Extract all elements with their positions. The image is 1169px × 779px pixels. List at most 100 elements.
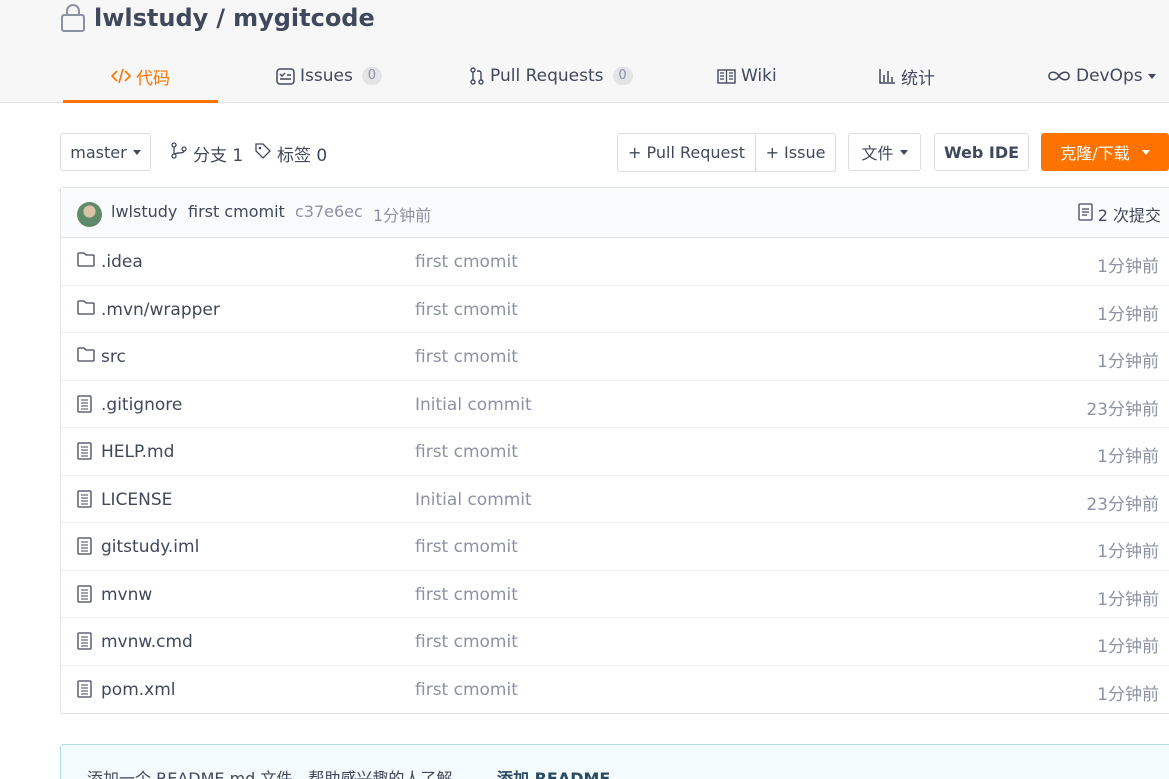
latest-commit-bar: lwlstudy first cmomit c37e6ec 1分钟前 2 次提交 — [61, 188, 1169, 238]
file-name-link[interactable]: src — [101, 347, 126, 367]
readme-hint-banner: 添加一个 README.md 文件，帮助感兴趣的人了解 添加 README — [60, 744, 1169, 779]
file-name-link[interactable]: .idea — [101, 252, 143, 272]
repo-header: lwlstudy / mygitcode 代码 Issues 0 Pull Re… — [0, 0, 1169, 103]
file-time: 1分钟前 — [1097, 447, 1159, 467]
tab-devops[interactable]: DevOps — [1047, 50, 1156, 102]
repo-tabs: 代码 Issues 0 Pull Requests 0 Wiki 统计 DevO… — [0, 50, 1169, 103]
table-row[interactable]: pom.xml first cmomit 1分钟前 — [61, 666, 1169, 714]
commit-author-link[interactable]: lwlstudy — [111, 202, 177, 221]
repo-title: lwlstudy / mygitcode — [60, 2, 375, 34]
file-name-link[interactable]: .gitignore — [101, 395, 182, 415]
commit-time: 1分钟前 — [373, 206, 432, 225]
pull-request-icon — [469, 67, 485, 85]
web-ide-button[interactable]: Web IDE — [934, 133, 1029, 171]
tab-wiki-label: Wiki — [741, 66, 777, 86]
tab-wiki[interactable]: Wiki — [717, 50, 777, 102]
table-row[interactable]: .gitignore Initial commit 23分钟前 — [61, 381, 1169, 428]
file-icon — [77, 632, 92, 650]
file-list: lwlstudy first cmomit c37e6ec 1分钟前 2 次提交… — [60, 187, 1169, 714]
chevron-down-icon — [899, 149, 908, 155]
clone-download-button[interactable]: 克隆/下载 — [1041, 133, 1169, 171]
file-commit-link[interactable]: first cmomit — [415, 347, 518, 367]
branch-icon — [171, 142, 187, 164]
file-time: 23分钟前 — [1086, 494, 1159, 515]
file-commit-link[interactable]: first cmomit — [415, 585, 518, 605]
chevron-down-icon — [1141, 149, 1150, 155]
code-icon — [111, 68, 131, 84]
file-time: 1分钟前 — [1097, 589, 1159, 610]
file-time: 1分钟前 — [1097, 684, 1159, 705]
file-commit-link[interactable]: first cmomit — [415, 537, 518, 557]
file-icon — [77, 394, 92, 413]
tab-statistics-label: 统计 — [901, 68, 935, 89]
file-icon — [77, 679, 92, 698]
readme-hint-text: 添加一个 README.md 文件，帮助感兴趣的人了解 — [87, 769, 453, 779]
chart-icon — [879, 68, 896, 84]
table-row[interactable]: .idea first cmomit 1分钟前 — [61, 238, 1169, 286]
file-name-link[interactable]: pom.xml — [101, 680, 176, 700]
tags-link[interactable]: 标签 0 — [255, 134, 327, 172]
file-name-link[interactable]: mvnw.cmd — [101, 632, 193, 652]
file-commit-link[interactable]: Initial commit — [415, 395, 532, 415]
folder-icon — [77, 252, 95, 267]
folder-icon — [77, 299, 95, 315]
create-button-group: + Pull Request + Issue — [617, 133, 836, 172]
branch-select-label: master — [70, 142, 127, 162]
file-commit-link[interactable]: first cmomit — [415, 252, 518, 272]
tab-code[interactable]: 代码 — [63, 50, 218, 103]
folder-icon — [77, 347, 95, 362]
file-time: 23分钟前 — [1086, 399, 1159, 420]
pull-requests-count-badge: 0 — [612, 67, 633, 85]
tab-issues-label: Issues — [300, 66, 353, 86]
table-row[interactable]: mvnw first cmomit 1分钟前 — [61, 571, 1169, 618]
file-name-link[interactable]: mvnw — [101, 585, 152, 605]
file-name-link[interactable]: .mvn/wrapper — [101, 300, 220, 320]
add-readme-link[interactable]: 添加 README — [497, 765, 610, 779]
file-commit-link[interactable]: Initial commit — [415, 490, 532, 510]
file-commit-link[interactable]: first cmomit — [415, 442, 518, 462]
file-icon — [77, 489, 92, 508]
tab-devops-label: DevOps — [1076, 66, 1143, 86]
commit-count-label: 2 次提交 — [1097, 206, 1161, 225]
table-row[interactable]: LICENSE Initial commit 23分钟前 — [61, 476, 1169, 523]
file-time: 1分钟前 — [1097, 352, 1159, 372]
chevron-down-icon — [132, 149, 141, 155]
clone-download-label: 克隆/下载 — [1060, 144, 1130, 163]
branches-link[interactable]: 分支 1 — [171, 134, 243, 172]
file-time: 1分钟前 — [1097, 257, 1159, 277]
commits-icon — [1078, 203, 1093, 225]
commit-message-link[interactable]: first cmomit — [188, 202, 285, 221]
branch-select[interactable]: master — [60, 133, 151, 171]
commit-count-link[interactable]: 2 次提交 — [1078, 202, 1161, 226]
new-issue-button[interactable]: + Issue — [755, 134, 835, 171]
branches-label: 分支 1 — [193, 145, 244, 166]
avatar[interactable] — [77, 202, 102, 227]
file-time: 1分钟前 — [1097, 304, 1159, 325]
table-row[interactable]: gitstudy.iml first cmomit 1分钟前 — [61, 523, 1169, 571]
table-row[interactable]: .mvn/wrapper first cmomit 1分钟前 — [61, 286, 1169, 333]
tab-pull-requests-label: Pull Requests — [490, 66, 604, 86]
file-name-link[interactable]: LICENSE — [101, 490, 172, 510]
file-commit-link[interactable]: first cmomit — [415, 300, 518, 320]
repo-separator: / — [216, 4, 226, 32]
file-menu-button[interactable]: 文件 — [848, 133, 921, 171]
tab-issues[interactable]: Issues 0 — [276, 50, 382, 102]
repo-owner-link[interactable]: lwlstudy — [94, 4, 208, 32]
table-row[interactable]: mvnw.cmd first cmomit 1分钟前 — [61, 618, 1169, 666]
tab-statistics[interactable]: 统计 — [879, 50, 935, 102]
tag-icon — [255, 142, 271, 164]
file-commit-link[interactable]: first cmomit — [415, 632, 518, 652]
table-row[interactable]: HELP.md first cmomit 1分钟前 — [61, 428, 1169, 476]
wiki-icon — [717, 68, 736, 84]
file-name-link[interactable]: HELP.md — [101, 442, 174, 462]
commit-sha-link[interactable]: c37e6ec — [295, 202, 363, 221]
file-icon — [77, 442, 92, 460]
file-icon — [77, 537, 92, 555]
chevron-down-icon — [1147, 73, 1156, 79]
file-name-link[interactable]: gitstudy.iml — [101, 537, 199, 557]
new-pull-request-button[interactable]: + Pull Request — [618, 134, 755, 171]
file-commit-link[interactable]: first cmomit — [415, 680, 518, 700]
tab-pull-requests[interactable]: Pull Requests 0 — [469, 50, 633, 102]
repo-name-link[interactable]: mygitcode — [233, 4, 375, 32]
table-row[interactable]: src first cmomit 1分钟前 — [61, 333, 1169, 381]
